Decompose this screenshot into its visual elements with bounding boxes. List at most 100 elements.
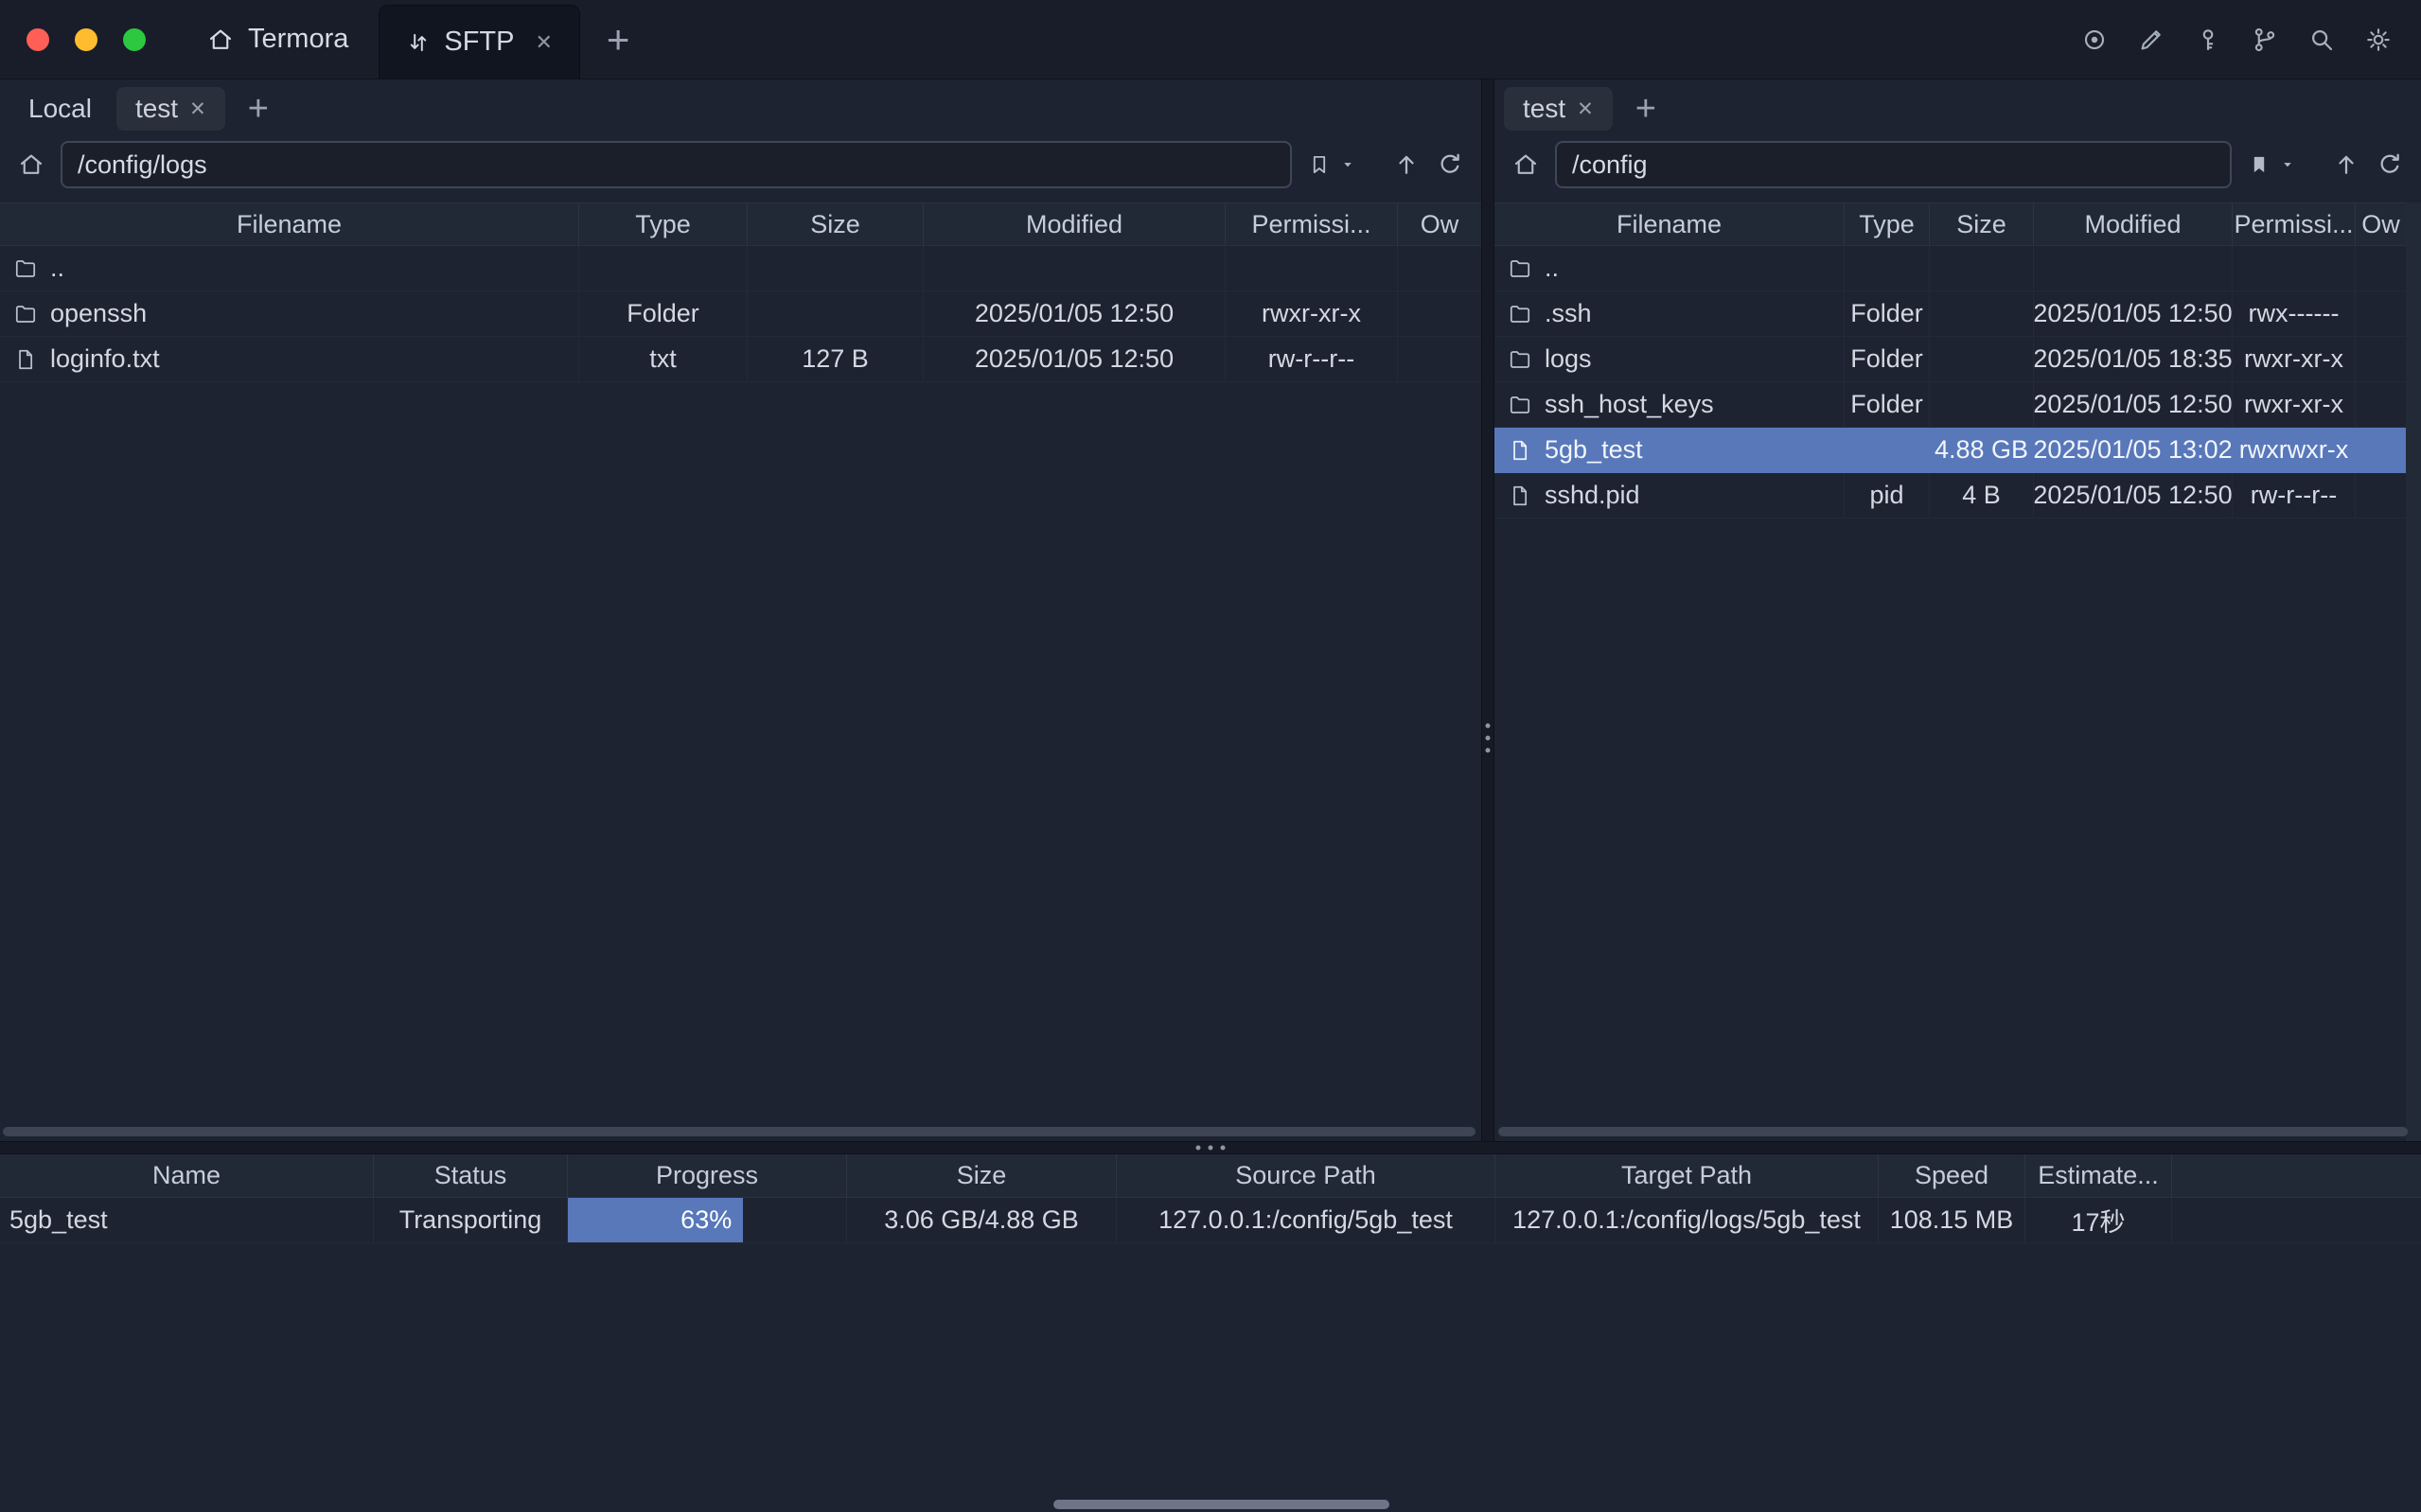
settings-gear-icon[interactable] bbox=[2364, 26, 2393, 54]
column-header-type[interactable]: Type bbox=[1845, 203, 1930, 245]
up-directory-icon[interactable] bbox=[2332, 150, 2360, 179]
tab-test[interactable]: test ✕ bbox=[116, 87, 225, 131]
vertical-splitter[interactable] bbox=[1481, 79, 1494, 1141]
key-icon[interactable] bbox=[2194, 26, 2222, 54]
new-tab-button[interactable]: + bbox=[1618, 91, 1673, 127]
folder-icon bbox=[13, 256, 38, 281]
table-row[interactable]: 5gb_test4.88 GB2025/01/05 13:02rwxrwxr-x bbox=[1494, 428, 2406, 473]
size-cell bbox=[1930, 291, 2034, 336]
transfer-panel: Name Status Progress Size Source Path Ta… bbox=[0, 1154, 2421, 1512]
left-table-header: Filename Type Size Modified Permissi... … bbox=[0, 202, 1481, 246]
close-icon[interactable]: ✕ bbox=[535, 30, 552, 55]
home-icon[interactable] bbox=[17, 150, 45, 179]
close-icon[interactable]: ✕ bbox=[1577, 97, 1594, 121]
tab-test[interactable]: test ✕ bbox=[1504, 87, 1613, 131]
refresh-icon[interactable] bbox=[2376, 150, 2404, 179]
transfer-arrows-icon bbox=[406, 30, 431, 55]
up-directory-icon[interactable] bbox=[1392, 150, 1421, 179]
path-input[interactable] bbox=[61, 141, 1292, 188]
table-row[interactable]: ssh_host_keysFolder2025/01/05 12:50rwxr-… bbox=[1494, 382, 2406, 428]
scrollbar-thumb[interactable] bbox=[3, 1127, 1476, 1136]
right-pane-tab-bar: test ✕ + bbox=[1494, 79, 2421, 138]
column-header-progress[interactable]: Progress bbox=[568, 1154, 847, 1197]
column-header-modified[interactable]: Modified bbox=[2034, 203, 2233, 245]
type-cell: pid bbox=[1845, 473, 1930, 518]
modified-cell: 2025/01/05 12:50 bbox=[2034, 382, 2233, 427]
column-header-owner[interactable]: Ow bbox=[2356, 203, 2406, 245]
new-window-tab-button[interactable]: + bbox=[607, 20, 630, 60]
column-header-filler bbox=[2172, 1154, 2421, 1197]
table-row[interactable]: sshd.pidpid4 B2025/01/05 12:50rw-r--r-- bbox=[1494, 473, 2406, 519]
permissions-cell bbox=[1226, 246, 1398, 290]
minimize-window-button[interactable] bbox=[75, 28, 97, 51]
search-icon[interactable] bbox=[2307, 26, 2336, 54]
column-header-speed[interactable]: Speed bbox=[1879, 1154, 2025, 1197]
permissions-cell bbox=[2233, 246, 2356, 290]
edit-icon[interactable] bbox=[2137, 26, 2165, 54]
app-tab-termora[interactable]: Termora bbox=[176, 0, 379, 79]
home-icon[interactable] bbox=[1511, 150, 1540, 179]
column-header-filename[interactable]: Filename bbox=[1494, 203, 1845, 245]
table-row[interactable]: .. bbox=[1494, 246, 2406, 291]
column-header-permissions[interactable]: Permissi... bbox=[1226, 203, 1398, 245]
table-row[interactable]: .. bbox=[0, 246, 1481, 291]
filename-cell: .. bbox=[1494, 246, 1845, 290]
column-header-target-path[interactable]: Target Path bbox=[1495, 1154, 1879, 1197]
close-window-button[interactable] bbox=[27, 28, 49, 51]
table-row[interactable]: .sshFolder2025/01/05 12:50rwx------ bbox=[1494, 291, 2406, 337]
column-header-estimate[interactable]: Estimate... bbox=[2025, 1154, 2172, 1197]
scrollbar-thumb[interactable] bbox=[1053, 1500, 1389, 1509]
horizontal-scrollbar[interactable] bbox=[0, 1126, 1481, 1138]
branch-icon[interactable] bbox=[2251, 26, 2279, 54]
modified-cell: 2025/01/05 12:50 bbox=[2034, 291, 2233, 336]
sftp-tab-label: SFTP bbox=[444, 26, 514, 58]
chevron-down-icon[interactable] bbox=[1339, 156, 1356, 173]
column-header-source-path[interactable]: Source Path bbox=[1117, 1154, 1495, 1197]
horizontal-scrollbar[interactable] bbox=[1494, 1126, 2421, 1138]
vertical-scrollbar[interactable] bbox=[2406, 202, 2421, 1141]
tab-local[interactable]: Local bbox=[9, 87, 111, 131]
close-icon[interactable]: ✕ bbox=[189, 97, 206, 121]
record-icon[interactable] bbox=[2080, 26, 2109, 54]
column-header-owner[interactable]: Ow bbox=[1398, 203, 1481, 245]
transfer-table-header: Name Status Progress Size Source Path Ta… bbox=[0, 1154, 2421, 1198]
horizontal-scrollbar[interactable] bbox=[0, 1499, 2421, 1510]
zoom-window-button[interactable] bbox=[123, 28, 146, 51]
column-header-name[interactable]: Name bbox=[0, 1154, 374, 1197]
table-row[interactable]: opensshFolder2025/01/05 12:50rwxr-xr-x bbox=[0, 291, 1481, 337]
transfer-row[interactable]: 5gb_test Transporting 63% 3.06 GB/4.88 G… bbox=[0, 1198, 2421, 1243]
column-header-size[interactable]: Size bbox=[748, 203, 924, 245]
column-header-permissions[interactable]: Permissi... bbox=[2233, 203, 2356, 245]
permissions-cell: rwxrwxr-x bbox=[2233, 428, 2356, 472]
new-tab-button[interactable]: + bbox=[231, 91, 286, 127]
right-file-pane: test ✕ + Filename bbox=[1494, 79, 2421, 1141]
type-cell: txt bbox=[579, 337, 748, 381]
chevron-down-icon[interactable] bbox=[2279, 156, 2296, 173]
column-header-modified[interactable]: Modified bbox=[924, 203, 1226, 245]
transfer-speed-cell: 108.15 MB bbox=[1879, 1198, 2025, 1242]
filename-text: .. bbox=[1545, 254, 1559, 283]
tab-sftp[interactable]: SFTP ✕ bbox=[379, 5, 580, 79]
scrollbar-thumb[interactable] bbox=[1498, 1127, 2408, 1136]
horizontal-splitter[interactable] bbox=[0, 1141, 2421, 1154]
table-row[interactable]: loginfo.txttxt127 B2025/01/05 12:50rw-r-… bbox=[0, 337, 1481, 382]
column-header-type[interactable]: Type bbox=[579, 203, 748, 245]
type-cell: Folder bbox=[1845, 291, 1930, 336]
bookmark-filled-icon[interactable] bbox=[2247, 152, 2271, 177]
table-row[interactable]: logsFolder2025/01/05 18:35rwxr-xr-x bbox=[1494, 337, 2406, 382]
column-header-status[interactable]: Status bbox=[374, 1154, 568, 1197]
refresh-icon[interactable] bbox=[1436, 150, 1464, 179]
folder-icon bbox=[13, 302, 38, 326]
column-header-size[interactable]: Size bbox=[1930, 203, 2034, 245]
transfer-estimate-cell: 17秒 bbox=[2025, 1198, 2172, 1242]
left-file-pane: Local test ✕ + bbox=[0, 79, 1481, 1141]
column-header-size[interactable]: Size bbox=[847, 1154, 1117, 1197]
bookmark-icon[interactable] bbox=[1307, 152, 1332, 177]
size-cell: 4.88 GB bbox=[1930, 428, 2034, 472]
right-path-bar bbox=[1494, 138, 2421, 202]
column-header-filename[interactable]: Filename bbox=[0, 203, 579, 245]
file-icon bbox=[13, 347, 38, 372]
filename-cell: 5gb_test bbox=[1494, 428, 1845, 472]
path-input[interactable] bbox=[1555, 141, 2232, 188]
transfer-name-cell: 5gb_test bbox=[0, 1198, 374, 1242]
